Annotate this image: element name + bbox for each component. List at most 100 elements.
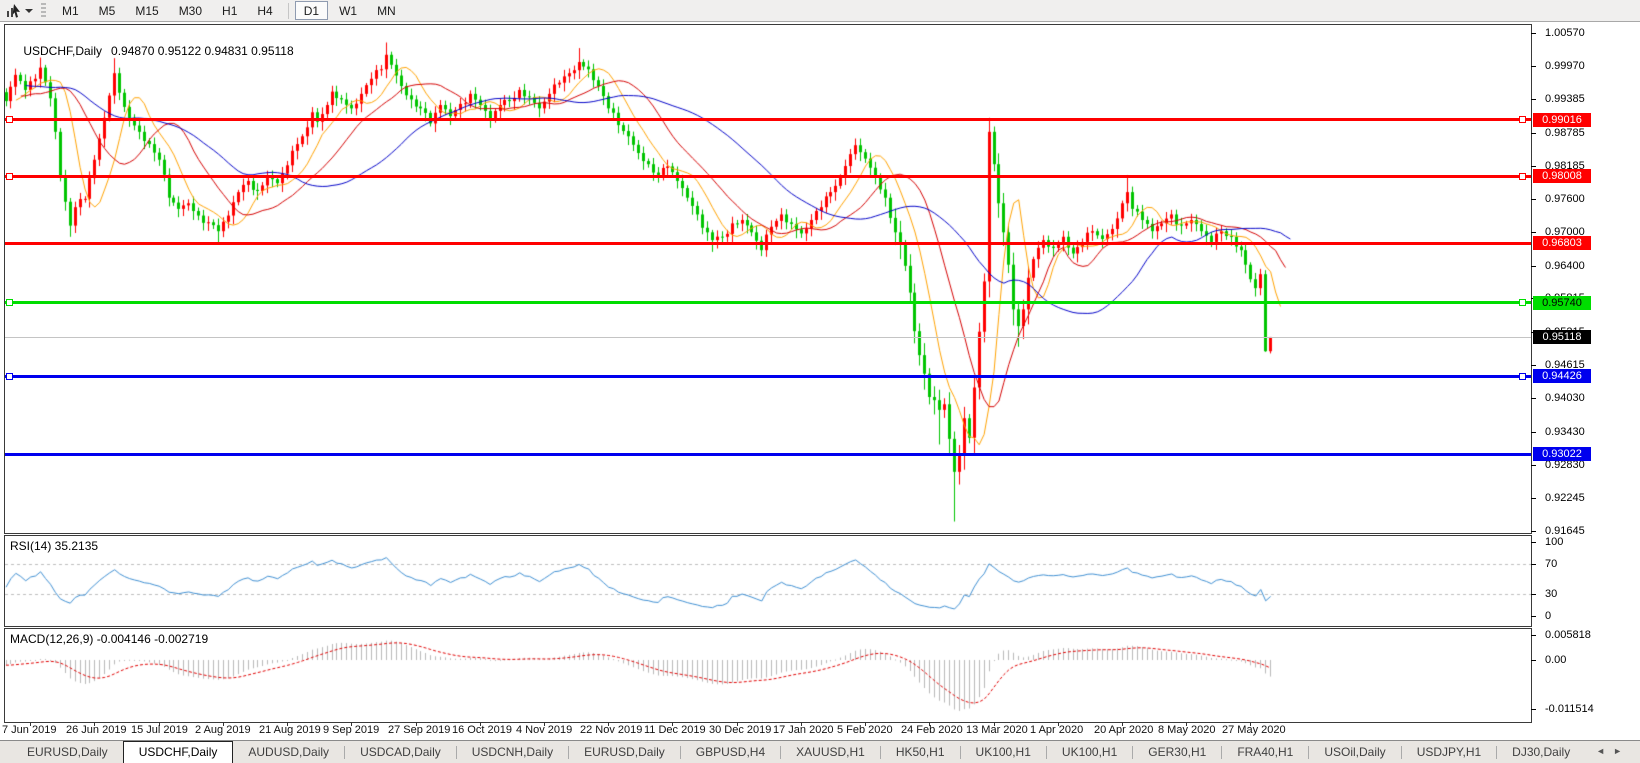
macd-tick: 0.00 — [1545, 655, 1566, 666]
chart-title: USDCHF,Daily0.94870 0.95122 0.94831 0.95… — [10, 30, 294, 72]
date-label: 26 Jun 2019 — [66, 724, 127, 736]
price-tick: 0.92830 — [1545, 460, 1585, 471]
line-handle[interactable] — [1519, 116, 1526, 123]
chart-tab-bar: EURUSD,DailyUSDCHF,DailyAUDUSD,DailyUSDC… — [0, 740, 1640, 763]
date-label: 2 Aug 2019 — [195, 724, 251, 736]
rsi-canvas[interactable] — [5, 536, 1531, 626]
chart-tab-hk50-h1-8[interactable]: HK50,H1 — [881, 742, 960, 763]
date-label: 7 Jun 2019 — [2, 724, 56, 736]
macd-tick-mark — [1531, 709, 1536, 710]
price-level-line-0.94426[interactable] — [5, 375, 1531, 378]
price-tick: 0.97600 — [1545, 194, 1585, 205]
rsi-tick: 100 — [1545, 537, 1563, 548]
line-handle[interactable] — [6, 173, 13, 180]
chart-tab-ger30-h1-11[interactable]: GER30,H1 — [1133, 742, 1221, 763]
timeframe-button-d1[interactable]: D1 — [295, 1, 328, 20]
date-label: 20 Apr 2020 — [1094, 724, 1153, 736]
price-tick-mark — [1531, 232, 1536, 233]
date-label: 27 May 2020 — [1222, 724, 1286, 736]
price-level-line-0.96803[interactable] — [5, 242, 1531, 245]
price-tick: 0.92245 — [1545, 493, 1585, 504]
date-label: 22 Nov 2019 — [580, 724, 642, 736]
date-label: 13 Mar 2020 — [966, 724, 1028, 736]
price-chart-canvas[interactable] — [5, 25, 1531, 533]
date-label: 16 Oct 2019 — [452, 724, 512, 736]
timeframe-button-m30[interactable]: M30 — [170, 1, 211, 20]
chart-tab-usdcad-daily-3[interactable]: USDCAD,Daily — [345, 742, 456, 763]
line-handle[interactable] — [6, 373, 13, 380]
price-tick: 0.99970 — [1545, 61, 1585, 72]
chart-tab-eurusd-daily-0[interactable]: EURUSD,Daily — [12, 742, 123, 763]
chart-tab-usdjpy-h1-14[interactable]: USDJPY,H1 — [1402, 742, 1496, 763]
date-label: 21 Aug 2019 — [259, 724, 321, 736]
price-badge-0.99016: 0.99016 — [1533, 113, 1591, 127]
macd-tick: -0.011514 — [1545, 704, 1594, 715]
price-tick-mark — [1531, 465, 1536, 466]
timeframe-button-m15[interactable]: M15 — [126, 1, 167, 20]
price-tick-mark — [1531, 199, 1536, 200]
chart-tab-gbpusd-h4-6[interactable]: GBPUSD,H4 — [681, 742, 780, 763]
price-level-line-0.98008[interactable] — [5, 175, 1531, 178]
rsi-tick-mark — [1531, 564, 1536, 565]
date-label: 1 Apr 2020 — [1030, 724, 1083, 736]
price-tick-mark — [1531, 133, 1536, 134]
toolbar-grip[interactable] — [41, 3, 46, 19]
line-handle[interactable] — [1519, 173, 1526, 180]
price-badge-0.96803: 0.96803 — [1533, 236, 1591, 250]
price-tick-mark — [1531, 398, 1536, 399]
date-label: 15 Jul 2019 — [131, 724, 188, 736]
price-tick-mark — [1531, 33, 1536, 34]
price-badge-0.93022: 0.93022 — [1533, 447, 1591, 461]
chart-tab-dj30-daily-15[interactable]: DJ30,Daily — [1497, 742, 1585, 763]
price-tick-mark — [1531, 498, 1536, 499]
timeframe-button-h4[interactable]: H4 — [248, 1, 281, 20]
price-badge-0.95118: 0.95118 — [1533, 330, 1591, 344]
date-label: 9 Sep 2019 — [323, 724, 379, 736]
chart-tab-audusd-daily-2[interactable]: AUDUSD,Daily — [233, 742, 344, 763]
rsi-tick-mark — [1531, 542, 1536, 543]
timeframe-button-h1[interactable]: H1 — [213, 1, 246, 20]
timeframe-button-mn[interactable]: MN — [368, 1, 405, 20]
timeframe-button-m5[interactable]: M5 — [90, 1, 125, 20]
timeframe-button-w1[interactable]: W1 — [330, 1, 366, 20]
tab-scroll-arrows[interactable]: ◄► — [1596, 746, 1630, 756]
date-label: 30 Dec 2019 — [709, 724, 771, 736]
chart-tab-usdchf-daily-1[interactable]: USDCHF,Daily — [123, 741, 234, 763]
date-label: 17 Jan 2020 — [773, 724, 834, 736]
price-tick-mark — [1531, 365, 1536, 366]
price-badge-0.98008: 0.98008 — [1533, 169, 1591, 183]
price-level-line-0.9574[interactable] — [5, 301, 1531, 304]
trading-app-window: M1M5M15M30H1H4 D1W1MN USDCHF,Daily0.94870… — [0, 0, 1640, 763]
timeframe-button-group: M1M5M15M30H1H4 D1W1MN — [52, 1, 406, 20]
date-label: 27 Sep 2019 — [388, 724, 450, 736]
chart-tab-uk100-h1-10[interactable]: UK100,H1 — [1047, 742, 1132, 763]
timeframe-button-m1[interactable]: M1 — [53, 1, 88, 20]
rsi-tick-mark — [1531, 616, 1536, 617]
price-badge-0.94426: 0.94426 — [1533, 369, 1591, 383]
price-tick-mark — [1531, 266, 1536, 267]
line-handle[interactable] — [1519, 299, 1526, 306]
price-level-line-0.93022[interactable] — [5, 453, 1531, 456]
chart-tab-fra40-h1-12[interactable]: FRA40,H1 — [1222, 742, 1308, 763]
line-handle[interactable] — [6, 299, 13, 306]
line-handle[interactable] — [1519, 373, 1526, 380]
chevron-down-icon[interactable] — [25, 9, 33, 13]
tab-scroll-right-icon[interactable]: ► — [1613, 746, 1630, 756]
chart-tab-eurusd-daily-5[interactable]: EURUSD,Daily — [569, 742, 680, 763]
macd-canvas[interactable] — [5, 629, 1531, 722]
price-tick-mark — [1531, 432, 1536, 433]
rsi-tick: 0 — [1545, 611, 1551, 622]
rsi-tick: 30 — [1545, 589, 1557, 600]
macd-label: MACD(12,26,9) -0.004146 -0.002719 — [10, 632, 208, 646]
tab-scroll-left-icon[interactable]: ◄ — [1596, 746, 1613, 756]
chart-cursor-icon[interactable] — [3, 2, 23, 20]
chart-tab-usdcnh-daily-4[interactable]: USDCNH,Daily — [457, 742, 568, 763]
price-level-line-0.99016[interactable] — [5, 118, 1531, 121]
chart-tab-usoil-daily-13[interactable]: USOil,Daily — [1309, 742, 1400, 763]
line-handle[interactable] — [6, 116, 13, 123]
date-label: 5 Feb 2020 — [837, 724, 893, 736]
price-tick-mark — [1531, 531, 1536, 532]
date-label: 4 Nov 2019 — [516, 724, 572, 736]
chart-tab-xauusd-h1-7[interactable]: XAUUSD,H1 — [781, 742, 880, 763]
chart-tab-uk100-h1-9[interactable]: UK100,H1 — [961, 742, 1046, 763]
